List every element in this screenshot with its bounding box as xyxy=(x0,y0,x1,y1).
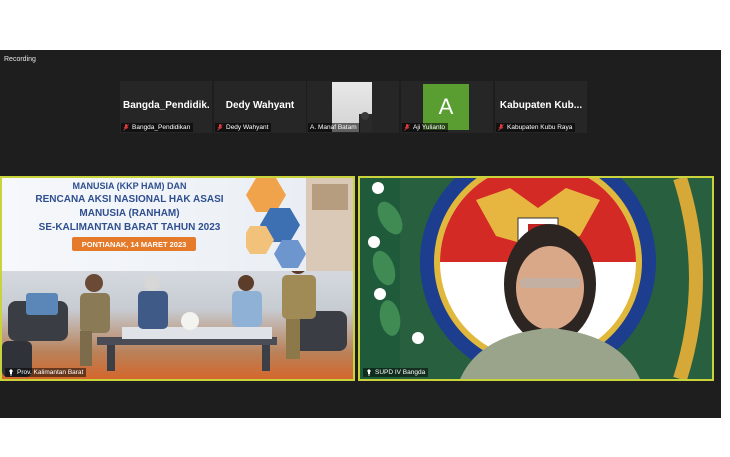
participant-name-label: A. Manaf Batam xyxy=(308,123,360,132)
tile-name-label: Prov. Kalimantan Barat xyxy=(5,368,87,377)
banner-line: SE-KALIMANTAN BARAT TAHUN 2023 xyxy=(38,222,221,233)
participant-tile-kubu-raya[interactable]: Kabupaten Kub... Kabupaten Kubu Raya xyxy=(495,81,587,133)
participant-display-name: Kabupaten Kub... xyxy=(499,100,583,111)
recording-indicator: Recording xyxy=(4,56,36,63)
muted-mic-icon xyxy=(404,124,410,131)
participant-name-label: Bangda_Pendidikan xyxy=(121,123,194,132)
participant-tile-manaf-batam[interactable]: A. Manaf Batam xyxy=(307,81,399,133)
muted-mic-icon xyxy=(217,124,223,131)
emblem-background xyxy=(360,178,712,379)
banner-line: MANUSIA (RANHAM) xyxy=(79,208,180,219)
meeting-window: Recording Bangda_Pendidik... Bangda_Pend… xyxy=(0,50,721,418)
banner-line: MANUSIA (KKP HAM) DAN xyxy=(72,181,187,191)
muted-mic-icon xyxy=(498,124,504,131)
participant-tile-dedy-wahyant[interactable]: Dedy Wahyant Dedy Wahyant xyxy=(214,81,306,133)
banner-date: PONTIANAK, 14 MARET 2023 xyxy=(72,237,196,251)
meeting-room xyxy=(2,256,353,379)
participant-display-name: Dedy Wahyant xyxy=(225,100,295,111)
participant-name-label: Kabupaten Kubu Raya xyxy=(496,123,576,132)
participant-display-name: Bangda_Pendidik... xyxy=(123,100,209,111)
participant-tile-aji-yulianto[interactable]: A Aji Yulianto xyxy=(401,81,493,133)
tile-name-label: SUPD IV Bangda xyxy=(363,368,429,377)
video-tile-supd-iv-bangda[interactable]: SUPD IV Bangda xyxy=(358,176,714,381)
people-at-table-icon xyxy=(2,256,347,377)
banner-line: RENCANA AKSI NASIONAL HAK ASASI xyxy=(35,194,224,205)
hexagon-decor-icon xyxy=(246,178,353,271)
garuda-emblem-icon xyxy=(360,178,712,379)
event-banner: MANUSIA (KKP HAM) DAN RENCANA AKSI NASIO… xyxy=(2,178,353,271)
muted-mic-icon xyxy=(123,124,129,131)
video-tile-kalimantan-barat[interactable]: MANUSIA (KKP HAM) DAN RENCANA AKSI NASIO… xyxy=(0,176,355,381)
participant-name-label: Aji Yulianto xyxy=(402,123,449,132)
participant-tile-bangda-pendidikan[interactable]: Bangda_Pendidik... Bangda_Pendidikan xyxy=(120,81,212,133)
pin-icon xyxy=(9,369,13,376)
participant-name-label: Dedy Wahyant xyxy=(215,123,272,132)
pin-icon xyxy=(367,369,371,376)
